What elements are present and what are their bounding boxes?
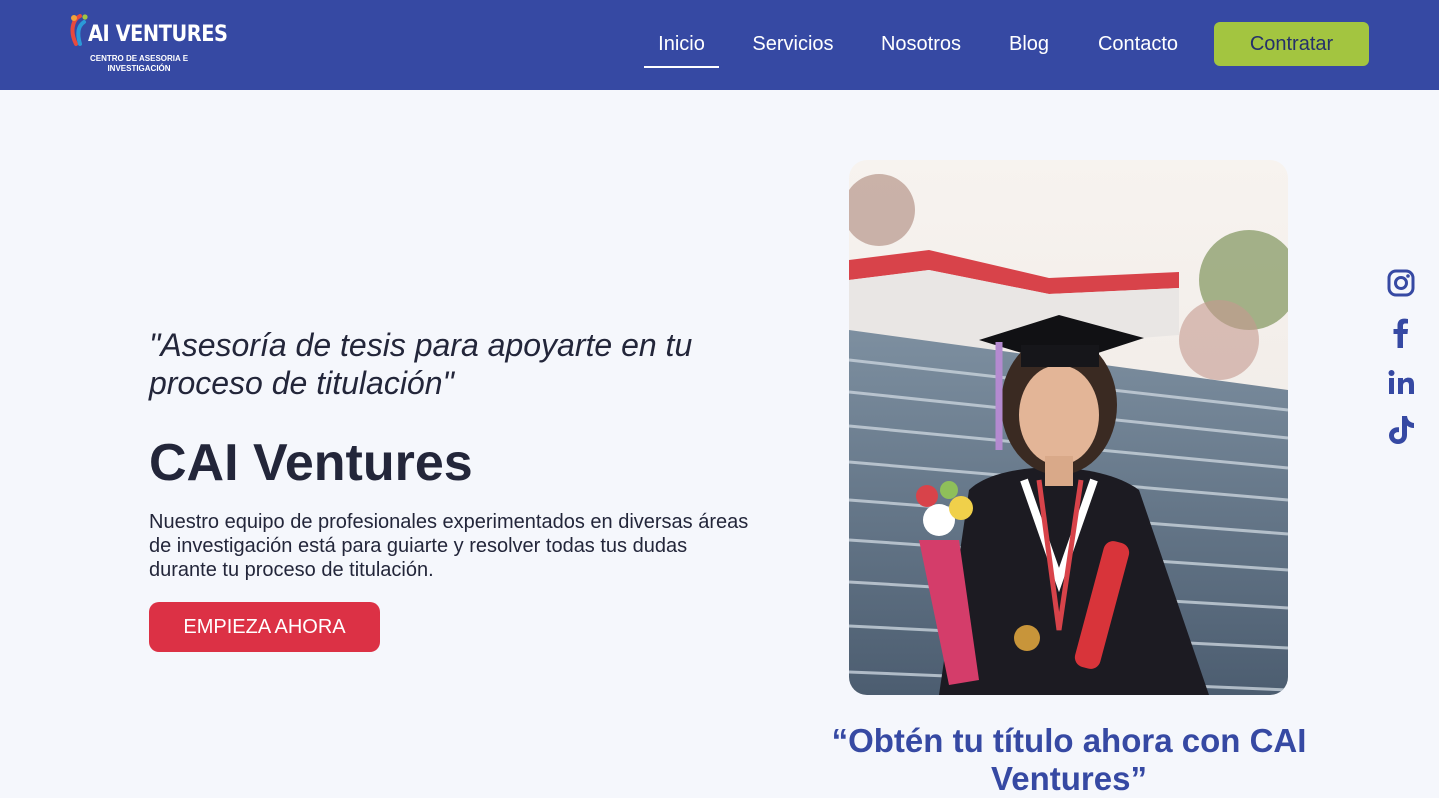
nav-item-nosotros[interactable]: Nosotros [872,22,970,68]
nav-item-contacto[interactable]: Contacto [1088,22,1188,68]
hero-graduate-photo [849,160,1288,695]
hero-tagline: “Obtén tu título ahora con CAI Ventures” [831,722,1307,797]
tiktok-icon[interactable] [1384,413,1418,447]
graduate-illustration [849,160,1288,695]
nav-item-blog[interactable]: Blog [1001,22,1057,68]
hero-description: Nuestro equipo de profesionales experime… [149,511,749,581]
site-header: AI VENTURES CENTRO DE ASESORIA E INVESTI… [0,0,1439,90]
linkedin-icon[interactable] [1384,366,1418,400]
empieza-ahora-button[interactable]: EMPIEZA AHORA [149,602,380,652]
hero-title: CAI Ventures [149,434,473,492]
nav-item-inicio[interactable]: Inicio [644,22,719,68]
hero-quote: "Asesoría de tesis para apoyarte en tu p… [149,327,693,401]
facebook-icon[interactable] [1384,315,1418,349]
contratar-button[interactable]: Contratar [1214,22,1369,66]
instagram-icon[interactable] [1384,266,1418,300]
nav-item-servicios[interactable]: Servicios [744,22,842,68]
